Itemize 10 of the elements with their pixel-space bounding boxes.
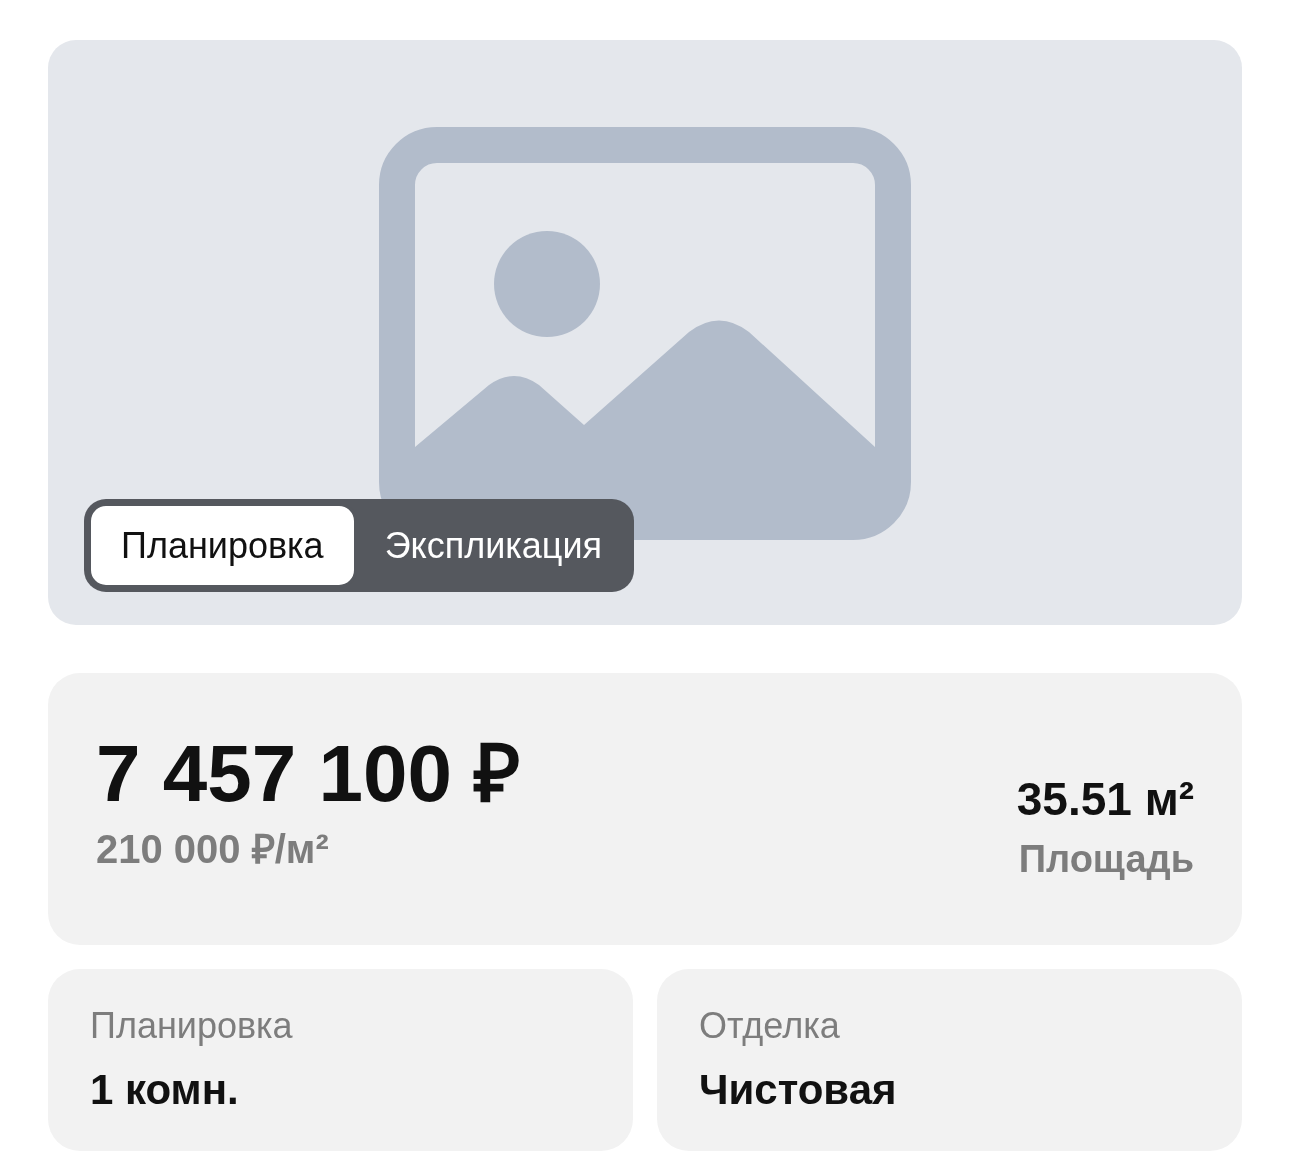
detail-value: 1 комн. bbox=[90, 1065, 240, 1116]
area-label: Площадь bbox=[1018, 837, 1194, 882]
detail-value: Чистовая bbox=[699, 1065, 898, 1116]
total-price: 7 457 100 ₽ bbox=[96, 734, 522, 814]
area-value: 35.51 м² bbox=[1016, 771, 1194, 827]
view-tab[interactable]: Экспликация bbox=[356, 503, 631, 588]
view-tab[interactable]: Планировка bbox=[88, 503, 357, 588]
detail-label: Планировка bbox=[90, 1004, 294, 1049]
price-per-meter: 210 000 ₽/м² bbox=[96, 826, 330, 873]
detail-label: Отделка bbox=[699, 1004, 841, 1049]
